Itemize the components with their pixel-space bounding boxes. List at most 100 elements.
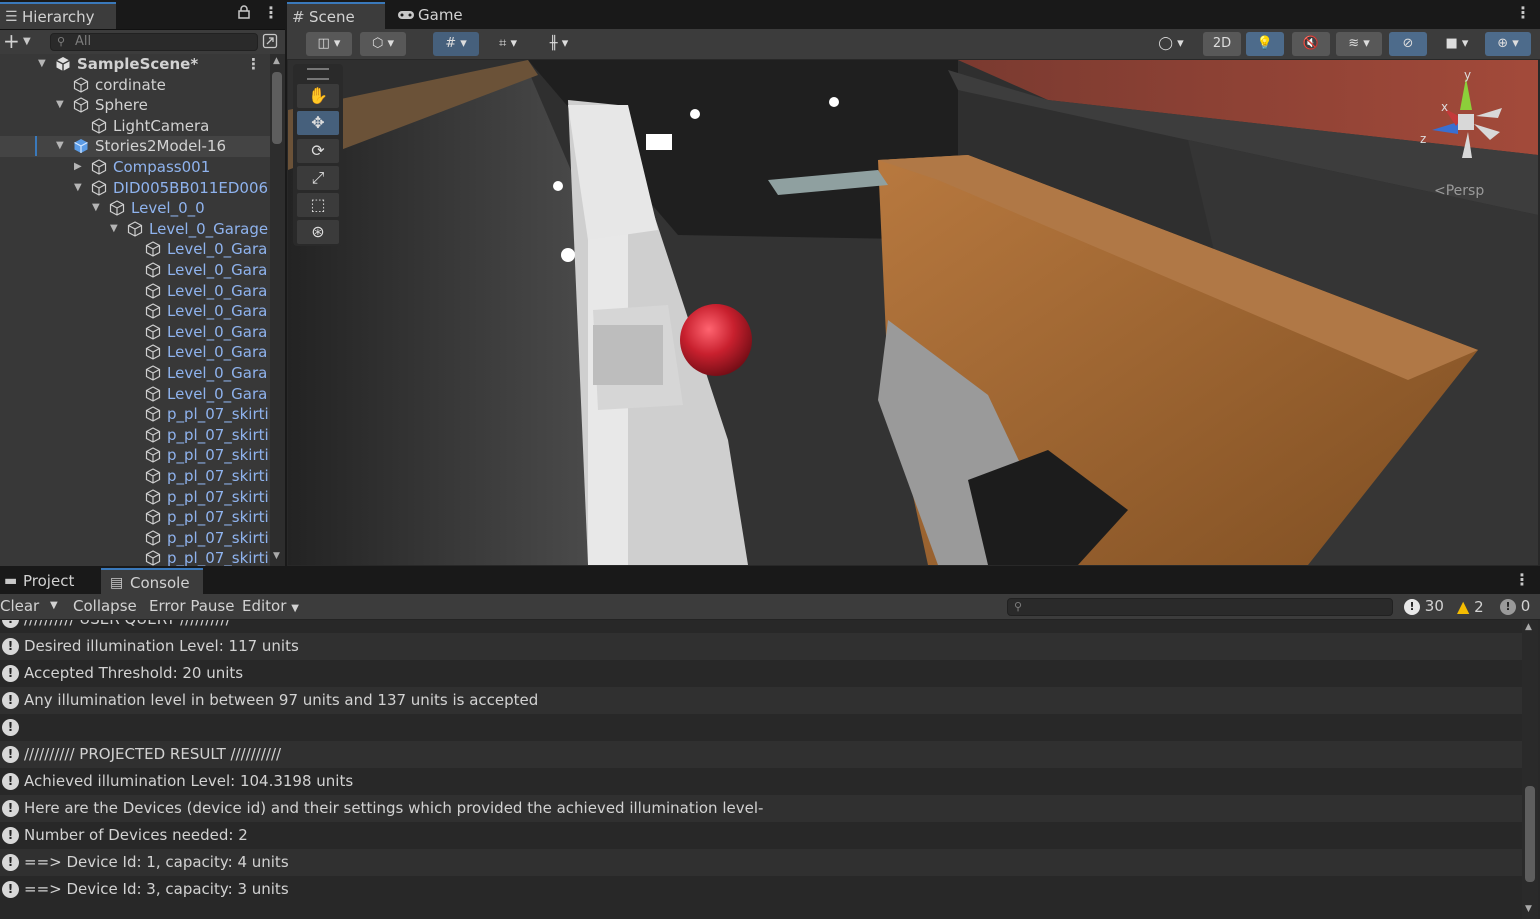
console-log-entry[interactable]: ! Number of Devices needed: 2	[0, 822, 1522, 849]
hierarchy-item[interactable]: p_pl_07_skirtir	[0, 548, 270, 566]
shading-mode-icon: ◫ ▾	[317, 36, 341, 51]
chevron-down-icon[interactable]: ▼	[23, 30, 31, 54]
hierarchy-search-input[interactable]: ⚲ All	[50, 33, 258, 51]
hierarchy-item[interactable]: ▼ Level_0_0	[0, 198, 270, 219]
lighting-toggle-button[interactable]: 💡	[1246, 32, 1284, 56]
hierarchy-item[interactable]: ▼ DID005BB011ED006	[0, 178, 270, 199]
hierarchy-item[interactable]: p_pl_07_skirtir	[0, 425, 270, 446]
tab-project[interactable]: ▬ Project	[0, 568, 100, 594]
hierarchy-item[interactable]: Level_0_Gara	[0, 260, 270, 281]
editor-dropdown[interactable]: Editor ▼	[242, 594, 299, 619]
clear-options-chevron-icon[interactable]: ▼	[50, 594, 58, 619]
error-pause-button[interactable]: Error Pause	[149, 594, 234, 619]
scrollbar-thumb[interactable]	[272, 72, 282, 144]
scene-viewport[interactable]: ✋ ✥ ⟳ ⤢ ⬚ ⊛ y x z <Persp	[288, 60, 1538, 565]
expand-arrow-down-icon[interactable]: ▼	[92, 198, 102, 218]
tab-console[interactable]: ▤ Console	[101, 568, 203, 594]
info-filter-toggle[interactable]: ! 30	[1404, 594, 1444, 619]
collapse-button[interactable]: Collapse	[73, 594, 137, 619]
hierarchy-item[interactable]: p_pl_07_skirtir	[0, 507, 270, 528]
expand-arrow-down-icon[interactable]: ▼	[56, 95, 66, 115]
scroll-down-icon[interactable]: ▼	[273, 551, 280, 561]
console-log-entry[interactable]: ! Any illumination level in between 97 un…	[0, 687, 1522, 714]
hierarchy-item[interactable]: Level_0_Gara	[0, 281, 270, 302]
hierarchy-item[interactable]: Level_0_Gara	[0, 342, 270, 363]
rect-tool-button[interactable]: ⬚	[297, 193, 339, 217]
hierarchy-item[interactable]: ▼ Sphere	[0, 95, 270, 116]
lightbulb-icon: 💡	[1256, 36, 1274, 51]
console-log-entry[interactable]: ! Here are the Devices (device id) and th…	[0, 795, 1522, 822]
console-log-entry[interactable]: ! ////////// USER QUERY //////////	[0, 620, 1522, 633]
transform-tool-button[interactable]: ⊛	[297, 220, 339, 244]
hierarchy-item[interactable]: p_pl_07_skirtir	[0, 404, 270, 425]
scale-tool-button[interactable]: ⤢	[297, 166, 339, 190]
rotate-tool-button[interactable]: ⟳	[297, 139, 339, 163]
console-log-entry[interactable]: ! Achieved illumination Level: 104.3198 u…	[0, 768, 1522, 795]
scene-options-icon[interactable]: ⋮	[246, 54, 261, 74]
more-options-icon[interactable]: ⋮	[1515, 3, 1531, 22]
more-options-icon[interactable]: ⋮	[263, 3, 279, 22]
lock-icon[interactable]	[238, 4, 250, 23]
clear-button[interactable]: Clear	[0, 594, 39, 619]
hierarchy-item[interactable]: p_pl_07_skirtir	[0, 445, 270, 466]
console-scrollbar[interactable]: ▲ ▼	[1522, 620, 1538, 919]
hierarchy-item[interactable]: Level_0_Gara	[0, 322, 270, 343]
console-log-entry[interactable]: ! Desired illumination Level: 117 units	[0, 633, 1522, 660]
expand-arrow-down-icon[interactable]: ▼	[38, 54, 48, 74]
hierarchy-item[interactable]: ▼ Stories2Model-16	[0, 136, 270, 157]
expand-arrow-down-icon[interactable]: ▼	[56, 136, 66, 156]
scrollbar-thumb[interactable]	[1525, 786, 1535, 882]
camera-settings-button[interactable]: ■ ▾	[1434, 32, 1480, 56]
draw-mode-button[interactable]: ◫ ▾	[306, 32, 352, 56]
orientation-gizmo[interactable]: y x z	[1418, 68, 1518, 170]
console-search-input[interactable]: ⚲	[1007, 598, 1393, 616]
hierarchy-item[interactable]: p_pl_07_skirtir	[0, 528, 270, 549]
hierarchy-item[interactable]: p_pl_07_skirtir	[0, 487, 270, 508]
search-expand-icon[interactable]	[262, 33, 278, 53]
hidden-objects-button[interactable]: ⊘	[1389, 32, 1427, 56]
render-mode-button[interactable]: ◯ ▾	[1147, 32, 1195, 56]
tab-scene[interactable]: # Scene	[287, 2, 385, 29]
audio-toggle-button[interactable]: 🔇	[1292, 32, 1330, 56]
console-log-entry[interactable]: !	[0, 714, 1522, 741]
hierarchy-item[interactable]: Level_0_Gara	[0, 301, 270, 322]
expand-arrow-right-icon[interactable]: ▶	[74, 157, 84, 177]
hierarchy-item[interactable]: cordinate	[0, 75, 270, 96]
console-log-entry[interactable]: ! ==> Device Id: 3, capacity: 3 units	[0, 876, 1522, 903]
more-options-icon[interactable]: ⋮	[1514, 570, 1530, 589]
hierarchy-item[interactable]: p_pl_07_skirtir	[0, 466, 270, 487]
scroll-up-icon[interactable]: ▲	[1525, 622, 1532, 632]
error-filter-toggle[interactable]: ! 0	[1500, 594, 1530, 619]
console-log-entry[interactable]: ! Accepted Threshold: 20 units	[0, 660, 1522, 687]
console-log-entry[interactable]: ! ////////// PROJECTED RESULT //////////	[0, 741, 1522, 768]
scroll-down-icon[interactable]: ▼	[1525, 904, 1532, 914]
grid-snap-button[interactable]: # ▾	[433, 32, 479, 56]
hierarchy-scrollbar[interactable]: ▲ ▼	[270, 54, 285, 566]
hierarchy-item[interactable]: Level_0_Gara	[0, 384, 270, 405]
tab-game[interactable]: Game	[395, 2, 475, 29]
scene-camera-button[interactable]: ⬡ ▾	[360, 32, 406, 56]
warning-filter-toggle[interactable]: ▲ 2	[1457, 594, 1484, 619]
hierarchy-item-label: DID005BB011ED006	[113, 178, 269, 197]
expand-arrow-down-icon[interactable]: ▼	[74, 178, 84, 198]
expand-arrow-down-icon[interactable]: ▼	[110, 219, 120, 239]
gizmos-button[interactable]: ⊕ ▾	[1485, 32, 1531, 56]
scroll-up-icon[interactable]: ▲	[273, 56, 280, 66]
hierarchy-item[interactable]: ▼ Level_0_Garage	[0, 219, 270, 240]
move-tool-button[interactable]: ✥	[297, 111, 339, 135]
hierarchy-item[interactable]: ▶ Compass001	[0, 157, 270, 178]
hierarchy-item[interactable]: Level_0_Gara	[0, 363, 270, 384]
toggle-2d-button[interactable]: 2D	[1203, 32, 1241, 56]
hierarchy-item[interactable]: ▼ SampleScene* ⋮	[0, 54, 270, 75]
drag-handle-icon[interactable]	[307, 68, 329, 80]
console-log-entry[interactable]: ! ==> Device Id: 1, capacity: 4 units	[0, 849, 1522, 876]
tab-hierarchy[interactable]: ☰ Hierarchy	[0, 2, 116, 29]
create-add-icon[interactable]: +	[3, 30, 20, 52]
ruler-button[interactable]: ╫ ▾	[536, 32, 582, 56]
projection-toggle[interactable]: <Persp	[1434, 183, 1484, 199]
hierarchy-item[interactable]: Level_0_Gara	[0, 239, 270, 260]
hierarchy-item[interactable]: LightCamera	[0, 116, 270, 137]
hand-tool-button[interactable]: ✋	[297, 84, 339, 108]
effects-button[interactable]: ≋ ▾	[1336, 32, 1382, 56]
increment-snap-button[interactable]: ⌗ ▾	[485, 32, 531, 56]
